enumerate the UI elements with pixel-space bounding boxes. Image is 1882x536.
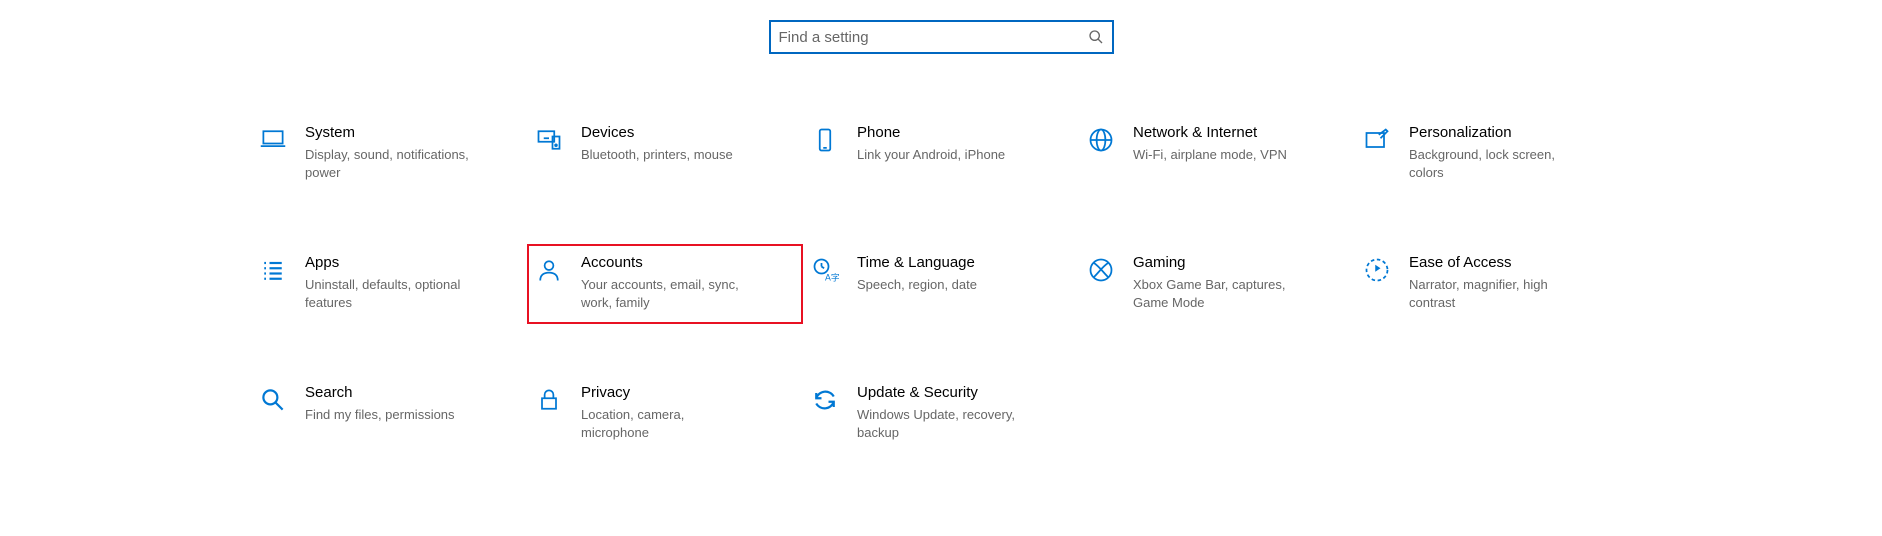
magnifier-icon: [253, 384, 293, 414]
tile-title: Ease of Access: [1409, 254, 1577, 272]
apps-list-icon: [253, 254, 293, 284]
tile-gaming[interactable]: Gaming Xbox Game Bar, captures, Game Mod…: [1079, 244, 1355, 324]
ease-of-access-icon: [1357, 254, 1397, 284]
tile-subtitle: Bluetooth, printers, mouse: [581, 146, 733, 164]
tile-privacy[interactable]: Privacy Location, camera, microphone: [527, 374, 803, 454]
tile-title: System: [305, 124, 473, 142]
laptop-icon: [253, 124, 293, 154]
search-icon: [1088, 29, 1104, 45]
tile-subtitle: Wi-Fi, airplane mode, VPN: [1133, 146, 1287, 164]
tile-network[interactable]: Network & Internet Wi-Fi, airplane mode,…: [1079, 114, 1355, 194]
tile-subtitle: Uninstall, defaults, optional features: [305, 276, 473, 311]
xbox-icon: [1081, 254, 1121, 284]
tile-subtitle: Link your Android, iPhone: [857, 146, 1005, 164]
tile-apps[interactable]: Apps Uninstall, defaults, optional featu…: [251, 244, 527, 324]
settings-grid: System Display, sound, notifications, po…: [241, 114, 1641, 454]
tile-subtitle: Your accounts, email, sync, work, family: [581, 276, 749, 311]
tile-subtitle: Location, camera, microphone: [581, 406, 749, 441]
tile-subtitle: Narrator, magnifier, high contrast: [1409, 276, 1577, 311]
tile-update-security[interactable]: Update & Security Windows Update, recove…: [803, 374, 1079, 454]
tile-title: Apps: [305, 254, 473, 272]
tile-subtitle: Display, sound, notifications, power: [305, 146, 473, 181]
tile-personalization[interactable]: Personalization Background, lock screen,…: [1355, 114, 1631, 194]
tile-title: Network & Internet: [1133, 124, 1287, 142]
tile-phone[interactable]: Phone Link your Android, iPhone: [803, 114, 1079, 194]
tile-system[interactable]: System Display, sound, notifications, po…: [251, 114, 527, 194]
tile-subtitle: Find my files, permissions: [305, 406, 455, 424]
tile-title: Gaming: [1133, 254, 1301, 272]
person-icon: [529, 254, 569, 284]
globe-icon: [1081, 124, 1121, 154]
tile-accounts[interactable]: Accounts Your accounts, email, sync, wor…: [527, 244, 803, 324]
sync-icon: [805, 384, 845, 414]
search-input[interactable]: [779, 29, 1088, 46]
time-language-icon: A字: [805, 254, 845, 284]
tile-title: Phone: [857, 124, 1005, 142]
tile-title: Update & Security: [857, 384, 1025, 402]
tile-time-language[interactable]: A字 Time & Language Speech, region, date: [803, 244, 1079, 324]
tile-title: Accounts: [581, 254, 749, 272]
tile-subtitle: Background, lock screen, colors: [1409, 146, 1577, 181]
devices-icon: [529, 124, 569, 154]
tile-ease-of-access[interactable]: Ease of Access Narrator, magnifier, high…: [1355, 244, 1631, 324]
search-box[interactable]: [769, 20, 1114, 54]
tile-title: Devices: [581, 124, 733, 142]
tile-title: Search: [305, 384, 455, 402]
tile-subtitle: Speech, region, date: [857, 276, 977, 294]
paint-icon: [1357, 124, 1397, 154]
tile-title: Privacy: [581, 384, 749, 402]
tile-subtitle: Windows Update, recovery, backup: [857, 406, 1025, 441]
tile-title: Time & Language: [857, 254, 977, 272]
svg-text:A字: A字: [825, 272, 839, 283]
tile-devices[interactable]: Devices Bluetooth, printers, mouse: [527, 114, 803, 194]
lock-icon: [529, 384, 569, 414]
phone-icon: [805, 124, 845, 154]
tile-title: Personalization: [1409, 124, 1577, 142]
tile-search[interactable]: Search Find my files, permissions: [251, 374, 527, 454]
tile-subtitle: Xbox Game Bar, captures, Game Mode: [1133, 276, 1301, 311]
